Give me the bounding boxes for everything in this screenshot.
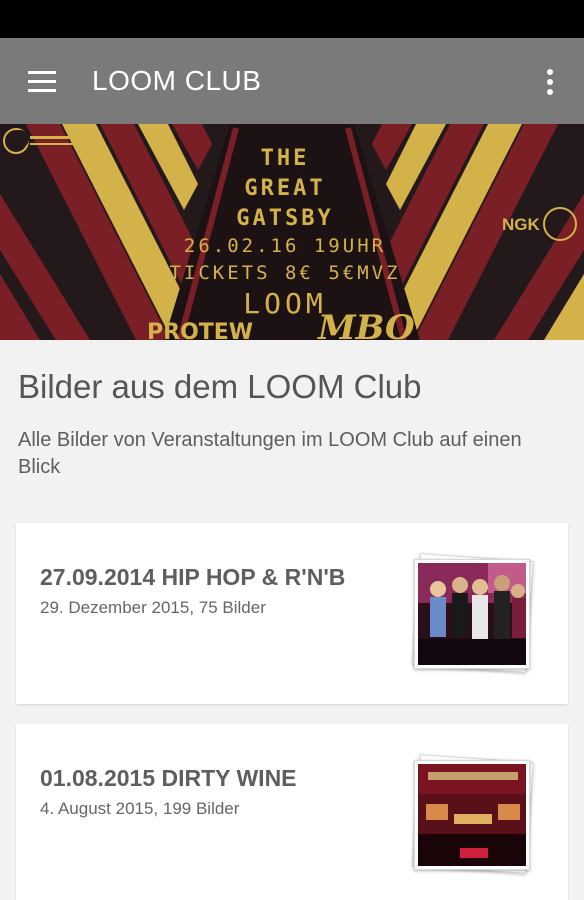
ngk-logo: NGK	[500, 204, 580, 244]
album-thumbnail[interactable]	[412, 553, 536, 673]
promoter-logo-left	[3, 128, 86, 154]
album-title: 01.08.2015 DIRTY WINE	[40, 765, 297, 791]
app-bar: LOOM CLUB	[0, 38, 584, 124]
album-meta: 29. Dezember 2015, 75 Bilder	[40, 598, 266, 617]
album-title: 27.09.2014 HIP HOP & R'N'B	[40, 564, 346, 590]
banner-line-great: GREAT	[244, 176, 326, 201]
more-vert-icon[interactable]	[535, 62, 565, 102]
svg-text:NGK: NGK	[502, 215, 541, 234]
album-card[interactable]: 27.09.2014 HIP HOP & R'N'B 29. Dezember …	[16, 523, 568, 704]
banner-lineup-left: PROTEW	[147, 320, 254, 340]
album-thumbnail[interactable]	[412, 754, 536, 874]
page-subtitle: Alle Bilder von Veranstaltungen im LOOM …	[18, 429, 522, 478]
banner-line-gatsby: GATSBY	[236, 206, 334, 231]
hamburger-menu-icon[interactable]	[22, 62, 64, 102]
album-card[interactable]: 01.08.2015 DIRTY WINE 4. August 2015, 19…	[16, 724, 568, 900]
banner-line-the: THE	[260, 146, 310, 171]
status-bar	[0, 0, 584, 38]
page-title: Bilder aus dem LOOM Club	[18, 368, 422, 405]
club-interior-image	[418, 764, 526, 866]
party-photo-image	[418, 563, 526, 665]
banner-date: 26.02.16 19UHR	[183, 235, 387, 257]
album-meta: 4. August 2015, 199 Bilder	[40, 799, 240, 818]
banner-lineup-right: MBO	[318, 308, 415, 340]
banner-tickets: TICKETS 8€ 5€MVZ	[169, 262, 401, 284]
app-title: LOOM CLUB	[92, 65, 262, 96]
event-banner[interactable]: NGK THE GREAT GATSBY 26.02.16 19UHR TICK…	[0, 124, 584, 340]
